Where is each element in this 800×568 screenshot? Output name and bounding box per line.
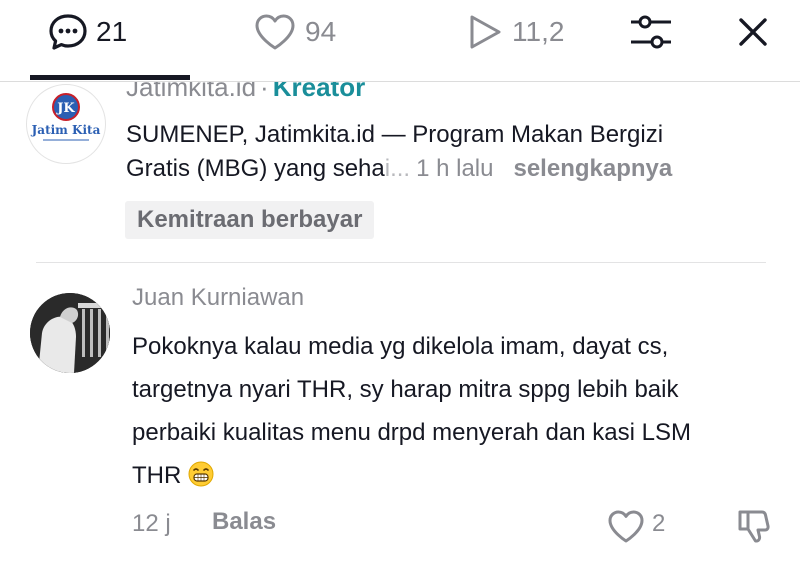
separator-dot: · xyxy=(260,82,269,102)
caption-line-2: Gratis (MBG) yang sehai... 1 h lalu seleng… xyxy=(126,152,766,186)
comment-like-button[interactable] xyxy=(606,508,646,544)
speech-bubble-dots-icon xyxy=(49,14,87,50)
comment-line-4: THR xyxy=(132,454,772,497)
views-count: 11,2 xyxy=(512,16,565,47)
heart-outline-icon xyxy=(608,510,644,543)
active-tab-indicator xyxy=(30,75,190,80)
heart-outline-icon xyxy=(255,14,295,50)
comment-line-1: Pokoknya kalau media yg dikelola imam, d… xyxy=(132,333,669,360)
commenter-avatar[interactable] xyxy=(30,293,110,373)
thumb-down-icon xyxy=(738,510,770,543)
tab-views[interactable]: 11,2 xyxy=(466,8,564,56)
caption-line-1: SUMENEP, Jatimkita.id — Program Makan Be… xyxy=(126,121,664,148)
creator-name[interactable]: Jatimkita.id xyxy=(126,82,256,102)
jatimkita-logo: JK Jatim Kita xyxy=(31,93,101,141)
svg-text:JK: JK xyxy=(56,101,75,116)
svg-text:Jatim Kita: Jatim Kita xyxy=(31,123,101,137)
comments-count: 21 xyxy=(96,16,128,47)
comment-text: Pokoknya kalau media yg dikelola imam, d… xyxy=(132,325,772,497)
comment-like-count: 2 xyxy=(652,510,666,537)
post-time: 1 h lalu xyxy=(416,155,494,182)
play-outline-icon xyxy=(470,15,501,49)
comments-header: 21 94 11,2 xyxy=(0,0,800,82)
post-caption: SUMENEP, Jatimkita.id — Program Makan Be… xyxy=(126,118,766,186)
see-more-link[interactable]: selengkapnya xyxy=(513,155,672,182)
comment-line-4-text: THR xyxy=(132,462,182,489)
comment-actions: 12 j Balas 2 xyxy=(0,500,800,548)
comment-time: 12 j xyxy=(132,510,171,537)
close-button[interactable] xyxy=(733,12,773,52)
filter-button[interactable] xyxy=(628,12,674,52)
comment-line-2: targetnya nyari THR, sy harap mitra sppg… xyxy=(132,376,679,403)
sliders-icon xyxy=(631,15,671,49)
tab-comments[interactable]: 21 xyxy=(48,8,127,56)
close-icon xyxy=(739,18,767,46)
creator-post: JK Jatim Kita Jatimkita.id · Kreator SUMEN… xyxy=(0,82,800,262)
avatar-photo xyxy=(30,293,110,373)
commenter-name[interactable]: Juan Kurniawan xyxy=(132,284,304,312)
caption-fade: i... xyxy=(384,155,411,182)
creator-avatar[interactable]: JK Jatim Kita xyxy=(26,84,106,164)
reply-button[interactable]: Balas xyxy=(212,508,276,536)
tab-likes[interactable]: 94 xyxy=(253,8,336,56)
grinning-face-emoji xyxy=(188,461,214,487)
creator-name-line: Jatimkita.id · Kreator xyxy=(126,82,365,103)
paid-partnership-tag[interactable]: Kemitraan berbayar xyxy=(125,201,375,239)
post-divider xyxy=(36,262,766,263)
comment-dislike-button[interactable] xyxy=(734,508,774,544)
comment-line-3: perbaiki kualitas menu drpd menyerah dan… xyxy=(132,419,691,446)
kreator-badge: Kreator xyxy=(272,82,366,102)
likes-count: 94 xyxy=(305,16,337,47)
caption-line-2-text: Gratis (MBG) yang seha xyxy=(126,155,385,182)
